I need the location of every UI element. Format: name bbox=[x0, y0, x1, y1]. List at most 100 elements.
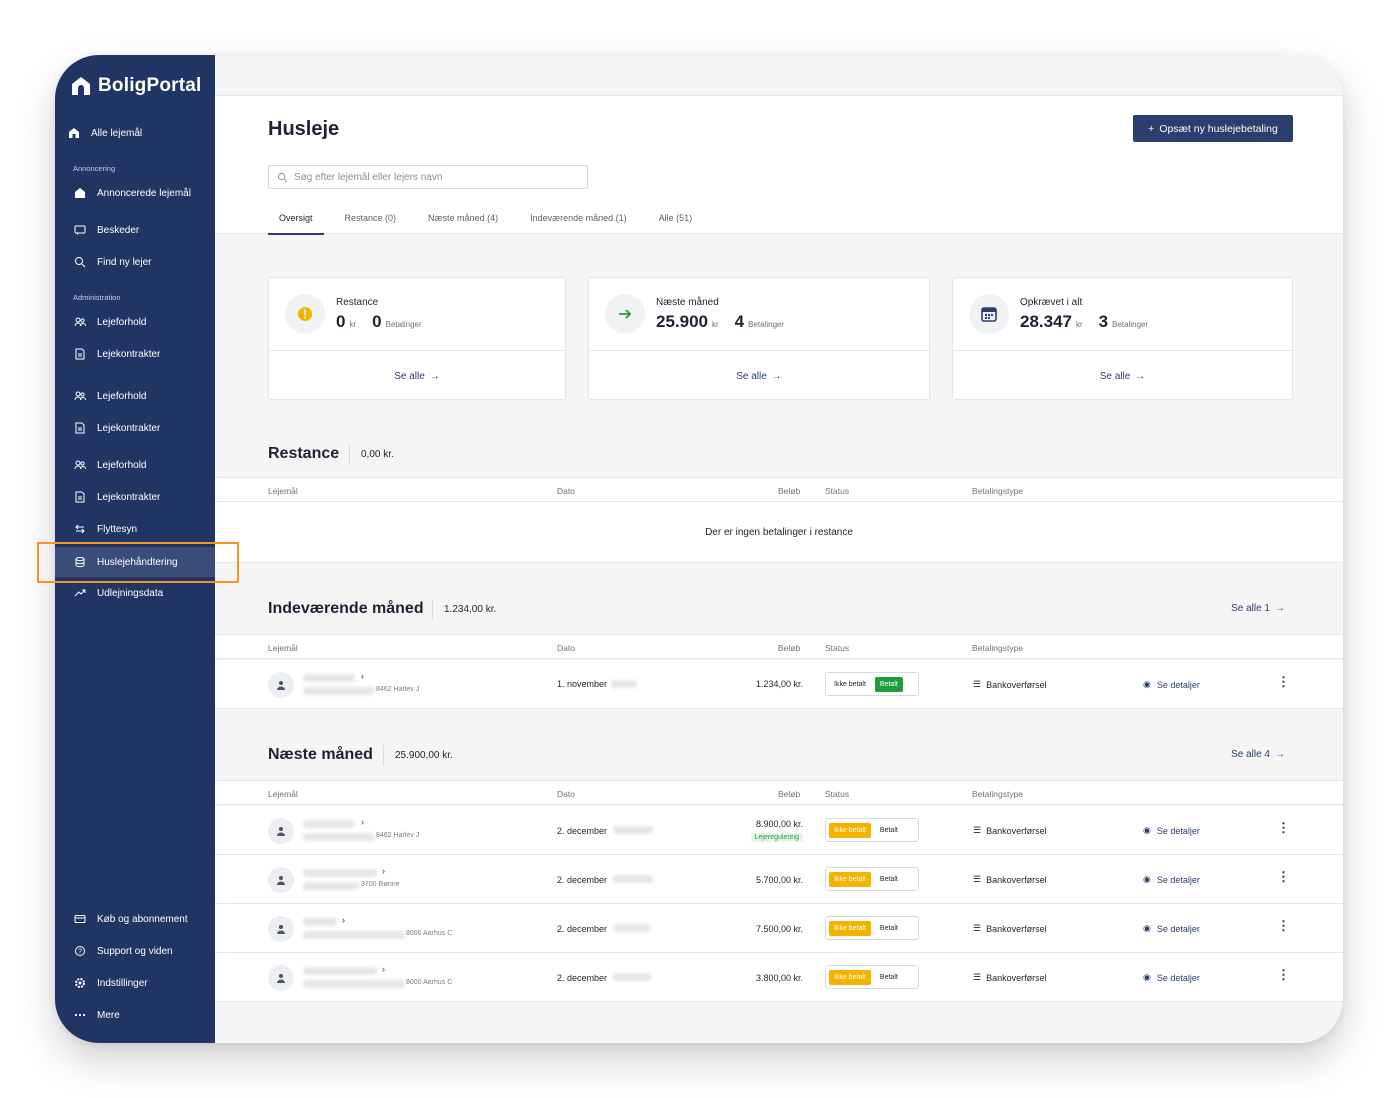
card-amount: 28.347 bbox=[1020, 312, 1072, 331]
table-row[interactable]: › 8000 Aarhus C 2. december 3.800,00 kr.… bbox=[215, 953, 1343, 1002]
sidebar-item-find-lejer[interactable]: Find ny lejer bbox=[73, 255, 233, 269]
status-paid[interactable]: Betalt bbox=[874, 920, 903, 936]
next-see-all-link[interactable]: Se alle 4 → bbox=[1231, 749, 1285, 760]
users-icon bbox=[73, 389, 87, 403]
status-toggle[interactable]: Ikke betalt Betalt bbox=[825, 818, 919, 842]
credit-card-icon bbox=[73, 912, 87, 926]
sidebar-item-beskeder[interactable]: Beskeder bbox=[73, 223, 233, 237]
row-address: 8462 Harlev J bbox=[376, 832, 420, 839]
sidebar-item-lejeforhold[interactable]: Lejeforhold bbox=[73, 315, 233, 329]
sidebar-item-koeb[interactable]: Køb og abonnement bbox=[73, 912, 233, 926]
see-details-link[interactable]: ◉ Se detaljer bbox=[1143, 679, 1200, 690]
arrow-right-icon: → bbox=[1275, 749, 1285, 760]
section-sum-restance: 0,00 kr. bbox=[349, 444, 394, 465]
table-row[interactable]: › 8462 Harlev J 1. november 1.234,00 kr.… bbox=[215, 660, 1343, 709]
search-field[interactable] bbox=[268, 165, 588, 189]
tab-oversigt[interactable]: Oversigt bbox=[268, 209, 324, 235]
see-details-link[interactable]: ◉ Se detaljer bbox=[1143, 825, 1200, 836]
status-unpaid-active[interactable]: Ikke betalt bbox=[829, 822, 871, 838]
status-unpaid[interactable]: Ikke betalt bbox=[829, 676, 871, 692]
status-unpaid-active[interactable]: Ikke betalt bbox=[829, 871, 871, 887]
see-details-link[interactable]: ◉ Se detaljer bbox=[1143, 972, 1200, 983]
row-amount: 3.800,00 kr. bbox=[755, 973, 803, 983]
arrow-right-icon: → bbox=[1135, 370, 1146, 382]
empty-state-row: Der er ingen betalinger i restance bbox=[215, 502, 1343, 563]
card-see-all-link[interactable]: Se alle → bbox=[589, 351, 929, 401]
document-icon bbox=[73, 421, 87, 435]
section-title-next: Næste måned bbox=[268, 746, 373, 763]
chat-icon bbox=[73, 223, 87, 237]
card-see-all-link[interactable]: Se alle → bbox=[269, 351, 565, 401]
tab-alle[interactable]: Alle (51) bbox=[648, 209, 704, 235]
card-count: 0 bbox=[372, 312, 382, 331]
more-vertical-icon[interactable]: ⋮ bbox=[1277, 968, 1290, 981]
row-date: 1. november bbox=[557, 679, 608, 689]
status-paid-active[interactable]: Betalt bbox=[874, 676, 903, 692]
sidebar-item-mere[interactable]: Mere bbox=[73, 1008, 233, 1022]
logo[interactable]: BoligPortal bbox=[71, 75, 202, 97]
plus-icon: + bbox=[1148, 122, 1155, 135]
status-toggle[interactable]: Ikke betalt Betalt bbox=[825, 672, 919, 696]
more-vertical-icon[interactable]: ⋮ bbox=[1277, 675, 1290, 688]
avatar bbox=[268, 867, 294, 893]
redacted-street bbox=[303, 980, 405, 988]
users-icon bbox=[73, 315, 87, 329]
search-input[interactable] bbox=[294, 171, 574, 183]
sidebar-item-lejekontrakter[interactable]: Lejekontrakter bbox=[73, 347, 233, 361]
status-unpaid-active[interactable]: Ikke betalt bbox=[829, 920, 871, 936]
users-icon bbox=[73, 458, 87, 472]
see-all-label: Se alle bbox=[1099, 370, 1131, 382]
card-amount: 0 bbox=[336, 312, 346, 331]
redacted-year bbox=[613, 924, 651, 932]
top-bar bbox=[215, 55, 1343, 96]
col-status: Status bbox=[825, 643, 850, 653]
sidebar-item-all-rentals[interactable]: Alle lejemål bbox=[67, 126, 227, 140]
status-unpaid-active[interactable]: Ikke betalt bbox=[829, 969, 871, 985]
see-all-label: Se alle 1 bbox=[1231, 603, 1270, 614]
see-details-link[interactable]: ◉ Se detaljer bbox=[1143, 874, 1200, 885]
tab-indevaerende-maaned[interactable]: Indeværende måned (1) bbox=[519, 209, 638, 235]
card-see-all-link[interactable]: Se alle → bbox=[953, 351, 1292, 401]
more-vertical-icon[interactable]: ⋮ bbox=[1277, 821, 1290, 834]
table-row[interactable]: › 8000 Aarhus C 2. december 7.500,00 kr.… bbox=[215, 904, 1343, 953]
eye-icon: ◉ bbox=[1143, 679, 1151, 689]
more-vertical-icon[interactable]: ⋮ bbox=[1277, 919, 1290, 932]
arrow-right-icon bbox=[605, 294, 645, 334]
summary-card-naeste-maaned: Næste måned 25.900 kr 4 Betalinger Se al… bbox=[588, 277, 930, 400]
row-date: 2. december bbox=[557, 875, 608, 885]
payment-type-label: Bankoverførsel bbox=[986, 874, 1047, 885]
card-count-label: Betalinger bbox=[1112, 320, 1149, 329]
sidebar-item-support[interactable]: ? Support og viden bbox=[73, 944, 233, 958]
sidebar-item-lejekontrakter-2[interactable]: Lejekontrakter bbox=[73, 421, 233, 435]
card-count: 4 bbox=[734, 312, 745, 331]
col-dato: Dato bbox=[557, 643, 575, 653]
status-toggle[interactable]: Ikke betalt Betalt bbox=[825, 965, 919, 989]
sidebar-item-flyttesyn[interactable]: Flyttesyn bbox=[73, 522, 233, 536]
empty-state-text: Der er ingen betalinger i restance bbox=[705, 527, 853, 538]
sidebar-item-indstillinger[interactable]: Indstillinger bbox=[73, 976, 233, 990]
status-paid[interactable]: Betalt bbox=[874, 969, 903, 985]
col-beloeb: Beløb bbox=[778, 643, 801, 653]
table-row[interactable]: › 3700 Rønne 2. december 5.700,00 kr. Ik… bbox=[215, 855, 1343, 904]
tab-restance[interactable]: Restance (0) bbox=[334, 209, 408, 235]
table-header-current: Lejemål Dato Beløb Status Betalingstype bbox=[215, 634, 1343, 659]
summary-card-opkraevet: Opkrævet i alt 28.347 kr 3 Betalinger Se… bbox=[952, 277, 1293, 400]
status-paid[interactable]: Betalt bbox=[874, 871, 903, 887]
sidebar-item-lejeforhold-2[interactable]: Lejeforhold bbox=[73, 389, 233, 403]
more-vertical-icon[interactable]: ⋮ bbox=[1277, 870, 1290, 883]
new-rent-payment-button[interactable]: + Opsæt ny huslejebetaling bbox=[1133, 115, 1293, 142]
status-toggle[interactable]: Ikke betalt Betalt bbox=[825, 867, 919, 891]
row-amount: 5.700,00 kr. bbox=[755, 875, 803, 885]
tab-naeste-maaned[interactable]: Næste måned (4) bbox=[417, 209, 509, 235]
status-paid[interactable]: Betalt bbox=[874, 822, 903, 838]
table-row[interactable]: › 8462 Harlev J 2. december 8.900,00 kr.… bbox=[215, 806, 1343, 855]
current-see-all-link[interactable]: Se alle 1 → bbox=[1231, 603, 1285, 614]
redacted-year bbox=[613, 826, 653, 834]
see-details-link[interactable]: ◉ Se detaljer bbox=[1143, 923, 1200, 934]
status-toggle[interactable]: Ikke betalt Betalt bbox=[825, 916, 919, 940]
sidebar-item-lejeforhold-3[interactable]: Lejeforhold bbox=[73, 458, 233, 472]
sidebar-item-lejekontrakter-3[interactable]: Lejekontrakter bbox=[73, 490, 233, 504]
sidebar-item-annoncerede[interactable]: Annoncerede lejemål bbox=[73, 186, 233, 200]
sidebar-item-udlejningsdata[interactable]: Udlejningsdata bbox=[73, 586, 233, 600]
row-address: 8462 Harlev J bbox=[376, 686, 420, 693]
